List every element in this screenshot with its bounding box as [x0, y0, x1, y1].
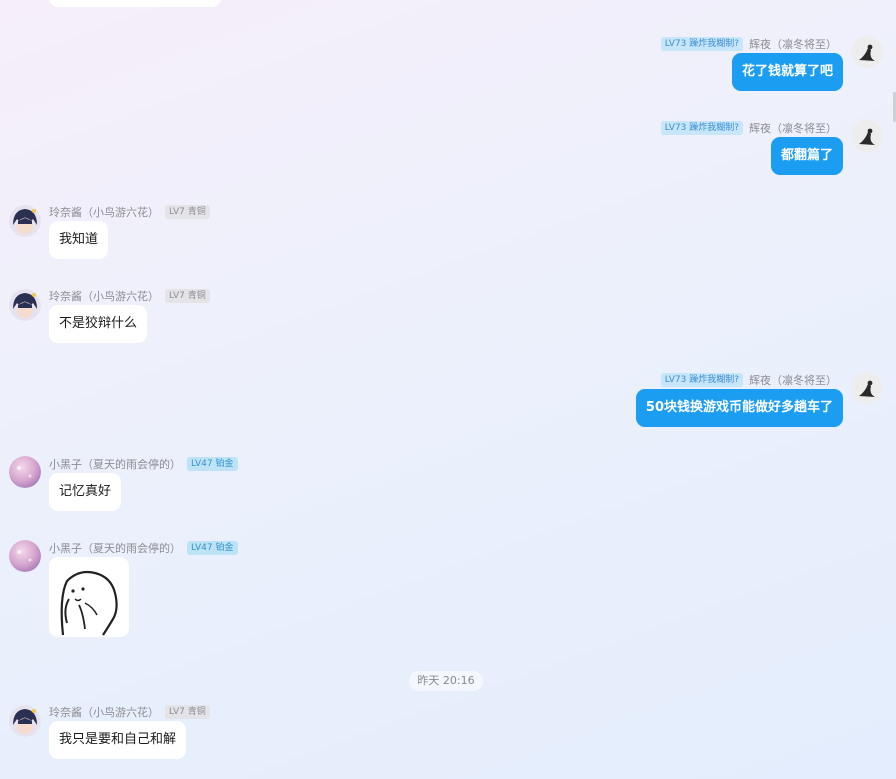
sender-meta: 玲奈酱（小鸟游六花） LV7 青铜	[49, 703, 210, 721]
message-row: 小黑子（夏天的雨会停的） LV47 铂金	[0, 539, 896, 639]
avatar-xiaoheizi[interactable]	[9, 456, 41, 488]
avatar-self[interactable]	[851, 36, 883, 68]
sender-meta: LV73 躁炸我糊制? 辉夜（凛冬将至）	[660, 35, 837, 53]
sender-meta: 小黑子（夏天的雨会停的） LV47 铂金	[49, 539, 238, 557]
sender-meta: 玲奈酱（小鸟游六花） LV7 青铜	[49, 287, 210, 305]
sender-meta: 玲奈酱（小鸟游六花） LV7 青铜	[49, 203, 210, 221]
message-bubble[interactable]: 都翻篇了	[770, 137, 843, 175]
avatar-lingnai[interactable]	[9, 289, 41, 321]
sender-name[interactable]: 玲奈酱（小鸟游六花）	[49, 288, 159, 304]
message-bubble[interactable]: 不是狡辩什么	[49, 305, 148, 343]
message-bubble[interactable]: 50块钱换游戏币能做好多趟车了	[635, 389, 843, 427]
chat-message-list[interactable]: LV73 躁炸我糊制? 辉夜（凛冬将至） 花了钱就算了吧 LV73 躁炸我糊制?…	[0, 0, 896, 779]
sender-name[interactable]: 辉夜（凛冬将至）	[749, 372, 837, 388]
level-badge: LV73 躁炸我糊制?	[660, 121, 743, 135]
avatar-self[interactable]	[851, 120, 883, 152]
message-row: LV73 躁炸我糊制? 辉夜（凛冬将至） 都翻篇了	[0, 119, 896, 179]
level-badge: LV47 铂金	[187, 457, 238, 471]
sender-meta: 小黑子（夏天的雨会停的） LV47 铂金	[49, 455, 238, 473]
message-bubble[interactable]: 我知道	[49, 221, 109, 259]
sender-name[interactable]: 小黑子（夏天的雨会停的）	[49, 456, 181, 472]
message-row: 玲奈酱（小鸟游六花） LV7 青铜 不是狡辩什么	[0, 287, 896, 347]
level-badge: LV7 青铜	[165, 705, 210, 719]
sender-meta: LV73 躁炸我糊制? 辉夜（凛冬将至）	[660, 371, 837, 389]
avatar-lingnai[interactable]	[9, 705, 41, 737]
avatar-self[interactable]	[851, 372, 883, 404]
sender-meta: LV73 躁炸我糊制? 辉夜（凛冬将至）	[660, 119, 837, 137]
message-bubble[interactable]: 记忆真好	[49, 473, 122, 511]
message-bubble[interactable]: 我只是要和自己和解	[49, 721, 187, 759]
sticker-image[interactable]	[49, 557, 129, 637]
message-row: 玲奈酱（小鸟游六花） LV7 青铜 我知道	[0, 203, 896, 263]
sender-name[interactable]: 玲奈酱（小鸟游六花）	[49, 704, 159, 720]
message-bubble[interactable]: 花了钱就算了吧	[731, 53, 843, 91]
message-bubble-partial[interactable]	[49, 0, 221, 7]
avatar-lingnai[interactable]	[9, 205, 41, 237]
level-badge: LV73 躁炸我糊制?	[660, 37, 743, 51]
message-row: 小黑子（夏天的雨会停的） LV47 铂金 记忆真好	[0, 455, 896, 515]
sender-name[interactable]: 玲奈酱（小鸟游六花）	[49, 204, 159, 220]
sender-name[interactable]: 辉夜（凛冬将至）	[749, 36, 837, 52]
avatar-xiaoheizi[interactable]	[9, 540, 41, 572]
message-row: LV73 躁炸我糊制? 辉夜（凛冬将至） 50块钱换游戏币能做好多趟车了	[0, 371, 896, 431]
time-separator: 昨天 20:16	[409, 671, 483, 691]
level-badge: LV47 铂金	[187, 541, 238, 555]
message-row: 玲奈酱（小鸟游六花） LV7 青铜 我只是要和自己和解	[0, 703, 896, 763]
level-badge: LV7 青铜	[165, 289, 210, 303]
message-row: LV73 躁炸我糊制? 辉夜（凛冬将至） 花了钱就算了吧	[0, 35, 896, 95]
level-badge: LV73 躁炸我糊制?	[660, 373, 743, 387]
sender-name[interactable]: 小黑子（夏天的雨会停的）	[49, 540, 181, 556]
level-badge: LV7 青铜	[165, 205, 210, 219]
sender-name[interactable]: 辉夜（凛冬将至）	[749, 120, 837, 136]
